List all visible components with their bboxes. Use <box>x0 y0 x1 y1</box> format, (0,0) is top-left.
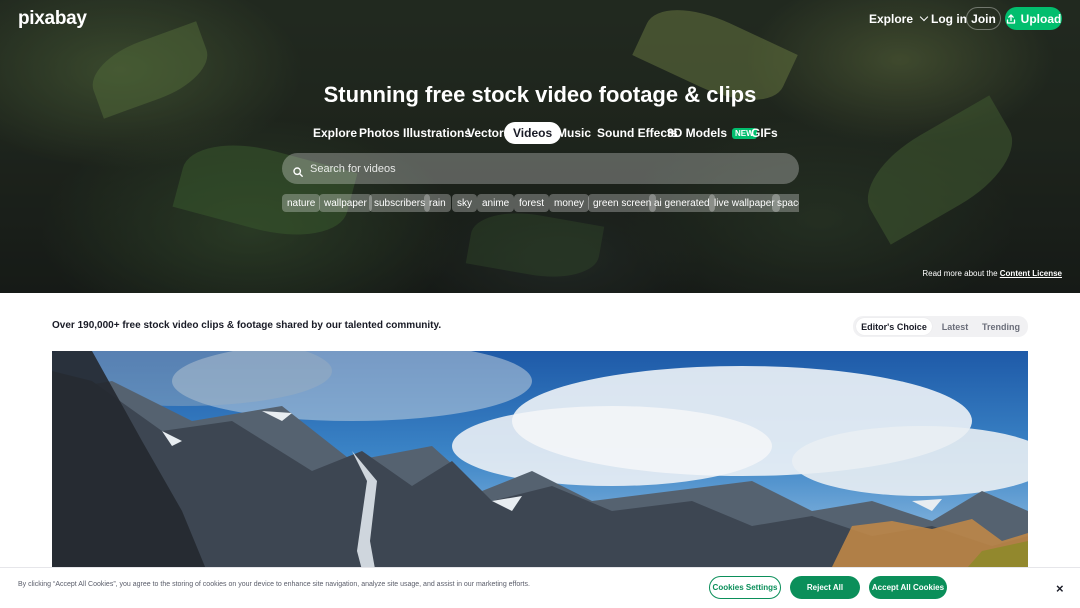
content-license-note: Read more about the Content License <box>922 269 1062 278</box>
join-button[interactable]: Join <box>966 7 1001 30</box>
upload-icon <box>1006 13 1016 24</box>
close-icon[interactable]: × <box>1056 581 1064 596</box>
tab-sound-effects[interactable]: Sound Effects <box>597 122 678 144</box>
tag-chip[interactable]: rain <box>424 194 451 212</box>
pixabay-logo[interactable]: pixabay <box>18 8 87 30</box>
tab-music[interactable]: Music <box>557 122 591 144</box>
hero-overlay <box>0 0 1080 293</box>
search-icon[interactable] <box>293 164 303 177</box>
suggested-tags: nature wallpaper subscribers rain sky an… <box>282 194 799 212</box>
login-link[interactable]: Log in <box>931 12 967 26</box>
tag-chip[interactable]: subscribers <box>369 194 431 212</box>
tag-chip[interactable]: anime <box>477 194 515 212</box>
tag-chip[interactable]: ai generated <box>649 194 715 212</box>
tab-explore[interactable]: Explore <box>313 122 357 144</box>
hero-section: pixabay Explore Log in Join Upload Stunn… <box>0 0 1080 293</box>
tag-chip[interactable]: money <box>549 194 590 212</box>
sort-toggle: Editor's Choice Latest Trending <box>853 316 1028 337</box>
cookie-consent-text: By clicking “Accept All Cookies”, you ag… <box>18 581 530 588</box>
sort-trending[interactable]: Trending <box>977 318 1025 335</box>
tag-chip[interactable]: green screen <box>588 194 657 212</box>
sort-latest[interactable]: Latest <box>934 318 976 335</box>
explore-menu[interactable]: Explore <box>869 12 929 26</box>
search-input[interactable] <box>310 162 750 175</box>
tab-illustrations[interactable]: Illustrations <box>403 122 471 144</box>
reject-all-button[interactable]: Reject All <box>790 576 860 599</box>
chevron-down-icon <box>919 12 929 22</box>
search-bar <box>282 153 799 184</box>
tab-photos[interactable]: Photos <box>359 122 400 144</box>
cookies-settings-button[interactable]: Cookies Settings <box>709 576 781 599</box>
tab-3d-models-label: 3D Models <box>667 126 728 140</box>
tag-chip[interactable]: nature <box>282 194 321 212</box>
tag-chip[interactable]: wallpaper <box>319 194 372 212</box>
upload-button-label: Upload <box>1020 11 1062 26</box>
hero-title: Stunning free stock video footage & clip… <box>323 82 757 107</box>
tag-chip[interactable]: sky <box>452 194 477 212</box>
license-text: Read more about the <box>922 269 998 278</box>
tag-chip[interactable]: forest <box>514 194 550 212</box>
tab-3d-models[interactable]: 3D Models NEW <box>667 122 757 144</box>
content-license-link[interactable]: Content License <box>1000 269 1062 278</box>
tag-chip[interactable]: space <box>772 194 799 212</box>
explore-menu-label: Explore <box>869 12 914 26</box>
top-navigation: pixabay Explore Log in Join Upload <box>0 0 1080 36</box>
upload-button[interactable]: Upload <box>1005 7 1062 30</box>
tab-videos[interactable]: Videos <box>504 122 562 144</box>
cookie-consent-banner: By clicking “Accept All Cookies”, you ag… <box>0 567 1080 608</box>
accept-all-cookies-button[interactable]: Accept All Cookies <box>869 576 947 599</box>
sort-editors-choice[interactable]: Editor's Choice <box>856 318 932 335</box>
results-count-heading: Over 190,000+ free stock video clips & f… <box>52 320 442 331</box>
media-type-tabs: Explore Photos Illustrations Vectors Vid… <box>0 122 1080 144</box>
tag-chip[interactable]: live wallpaper <box>709 194 780 212</box>
tab-gifs[interactable]: GIFs <box>751 122 778 144</box>
